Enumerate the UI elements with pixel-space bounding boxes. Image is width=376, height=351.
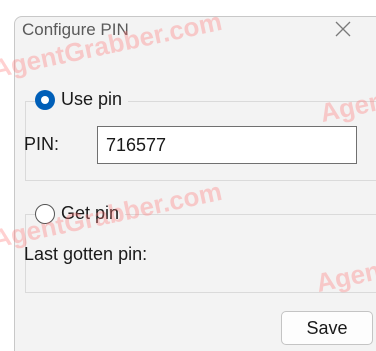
save-button[interactable]: Save (281, 311, 373, 345)
configure-pin-dialog (14, 16, 376, 351)
screen: Configure PIN Use pin PIN: Get pin Last … (0, 0, 376, 351)
radio-checked-icon (35, 89, 55, 110)
close-icon (335, 21, 351, 37)
dialog-title: Configure PIN (22, 20, 129, 39)
radio-unchecked-icon (35, 203, 55, 224)
close-button[interactable] (326, 14, 360, 44)
get-pin-radio[interactable]: Get pin (35, 203, 126, 224)
last-gotten-pin-label: Last gotten pin: (24, 244, 148, 264)
get-pin-label: Get pin (61, 203, 120, 223)
pin-input[interactable] (97, 126, 357, 164)
pin-label: PIN: (24, 134, 60, 154)
use-pin-label: Use pin (61, 89, 123, 109)
use-pin-radio[interactable]: Use pin (35, 89, 129, 110)
